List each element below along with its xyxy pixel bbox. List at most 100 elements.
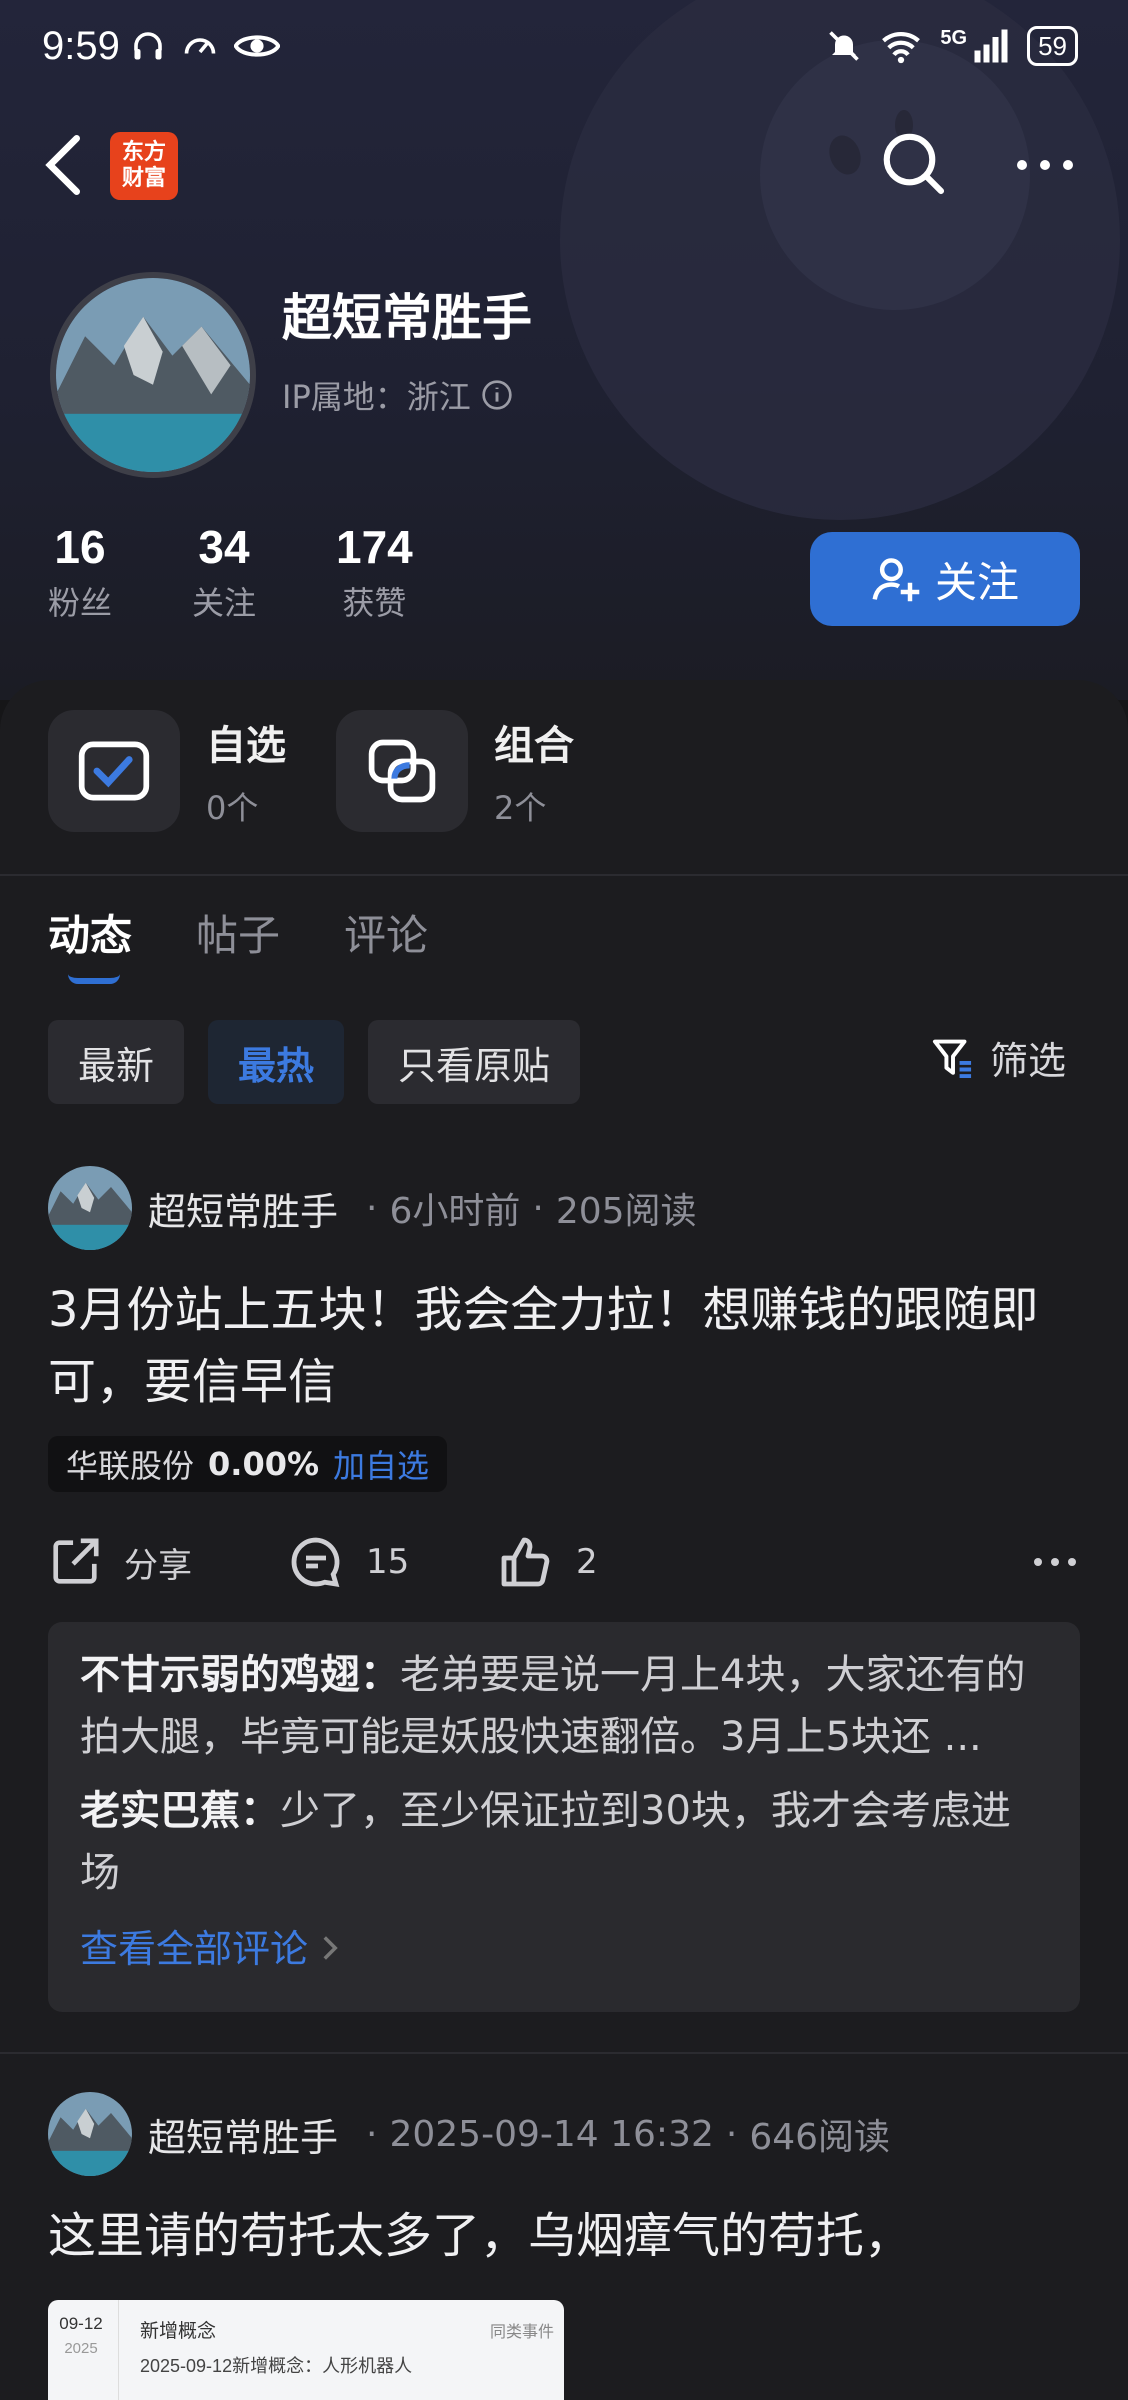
share-button[interactable]: 分享 [48, 1535, 288, 1589]
tab-activity-label: 动态 [48, 911, 133, 960]
stat-followers[interactable]: 16 粉丝 [48, 520, 112, 624]
post-image-preview[interactable]: 09-12 2025 新增概念 2025-09-12新增概念：人形机器人 同类事… [48, 2300, 564, 2400]
chip-hottest[interactable]: 最热 [208, 1020, 345, 1104]
signal-icon [974, 29, 1008, 63]
stat-likes[interactable]: 174 获赞 [336, 520, 413, 624]
stat-following-value: 34 [198, 521, 250, 573]
more-options-icon[interactable] [1010, 145, 1080, 185]
post-author[interactable]: 超短常胜手 [148, 1181, 338, 1236]
divider [0, 874, 1128, 876]
checkbox-icon [78, 741, 150, 801]
add-watchlist-link[interactable]: 加自选 [333, 1441, 429, 1487]
tab-active-indicator [68, 974, 120, 984]
separator-dot: · [532, 1187, 544, 1229]
status-time: 9:59 [42, 24, 120, 68]
quick-link-portfolio[interactable]: 组合 2个 [336, 710, 574, 832]
tab-posts[interactable]: 帖子 [196, 902, 280, 963]
info-icon[interactable] [481, 379, 513, 411]
tab-comments-label: 评论 [344, 911, 429, 960]
preview-date-year: 2025 [64, 2340, 98, 2357]
follow-label: 关注 [934, 557, 1019, 607]
see-all-comments-link[interactable]: 查看全部评论 [80, 1918, 1048, 1980]
separator-dot: · [366, 1187, 378, 1229]
comment-item: 不甘示弱的鸡翅：老弟要是说一月上4块，大家还有的拍大腿，毕竟可能是妖股快速翻倍。… [80, 1644, 1048, 1768]
post-text[interactable]: 3月份站上五块！我会全力拉！想赚钱的跟随即可，要信早信 [48, 1274, 1080, 1418]
portfolio-count: 2个 [494, 789, 547, 827]
search-icon[interactable] [878, 128, 948, 198]
mountain-lake-image [56, 278, 250, 472]
chevron-right-icon [323, 1936, 338, 1960]
share-label: 分享 [124, 1545, 192, 1586]
comment-button[interactable]: 15 [288, 1534, 498, 1590]
follow-button[interactable]: 关注 [810, 532, 1080, 626]
chip-original-only[interactable]: 只看原贴 [368, 1020, 581, 1104]
quick-link-watchlist[interactable]: 自选 0个 [48, 710, 286, 832]
add-user-icon [872, 558, 920, 602]
back-arrow-icon[interactable] [40, 130, 90, 200]
separator-dot: · [725, 2113, 738, 2155]
mute-bell-icon [829, 31, 860, 61]
status-bar: 9:59 5G 59 [0, 0, 1128, 100]
ip-location-text: IP属地：浙江 [282, 378, 471, 416]
post-header: 超短常胜手 · 6小时前 · 205阅读 [48, 1166, 1080, 1250]
portfolio-icon [368, 739, 436, 803]
comment-preview-box[interactable]: 不甘示弱的鸡翅：老弟要是说一月上4块，大家还有的拍大腿，毕竟可能是妖股快速翻倍。… [48, 1622, 1080, 2012]
post-reads: 646阅读 [749, 2117, 891, 2158]
stock-name: 华联股份 [66, 1447, 195, 1485]
comment-count: 15 [366, 1542, 410, 1582]
preview-tag: 同类事件 [489, 2324, 554, 2341]
post-reads: 205阅读 [555, 1191, 697, 1232]
eye-icon [234, 35, 280, 57]
stat-followers-value: 16 [54, 521, 106, 573]
mountain-lake-image [48, 1166, 132, 1250]
author-avatar[interactable] [48, 1166, 132, 1250]
post-author[interactable]: 超短常胜手 [148, 2107, 338, 2162]
filter-button[interactable]: 筛选 [930, 1030, 1066, 1085]
battery-indicator: 59 [1027, 26, 1078, 66]
filter-label: 筛选 [990, 1039, 1067, 1083]
watchlist-icon-box [48, 710, 180, 832]
status-icons-right: 5G 59 [826, 26, 1078, 66]
comment-item: 老实巴蕉：少了，至少保证拉到30块，我才会考虑进场 [80, 1780, 1048, 1904]
comment-author[interactable]: 老实巴蕉： [80, 1788, 280, 1834]
share-icon [53, 1538, 99, 1584]
more-options-icon[interactable] [1030, 1552, 1080, 1572]
mountain-lake-image [48, 2092, 132, 2176]
stock-tag[interactable]: 华联股份 0.00% 加自选 [48, 1436, 448, 1492]
profile-name: 超短常胜手 [282, 289, 532, 347]
separator-dot: · [366, 2113, 378, 2155]
preview-divider [118, 2300, 119, 2400]
chip-latest[interactable]: 最新 [48, 1020, 185, 1104]
tab-comments[interactable]: 评论 [344, 902, 428, 963]
ip-location: IP属地：浙江 [282, 372, 513, 418]
app-logo: 东方 财富 [110, 132, 178, 200]
network-label: 5G [940, 26, 968, 49]
post-card[interactable]: 超短常胜手 · 6小时前 · 205阅读 3月份站上五块！我会全力拉！想赚钱的跟… [48, 1166, 1080, 2012]
stock-change: 0.00% [208, 1445, 320, 1483]
stat-likes-value: 174 [336, 521, 413, 573]
comment-author[interactable]: 不甘示弱的鸡翅： [80, 1652, 400, 1698]
post-header: 超短常胜手 · 2025-09-14 16:32 · 646阅读 [48, 2092, 1080, 2176]
see-all-label: 查看全部评论 [80, 1927, 309, 1971]
post-time: 2025-09-14 16:32 [389, 2113, 714, 2155]
filter-icon [932, 1039, 972, 1078]
like-count: 2 [576, 1542, 598, 1582]
thumbs-up-icon [501, 1537, 550, 1587]
like-button[interactable]: 2 [498, 1534, 598, 1590]
portfolio-title: 组合 [494, 723, 574, 769]
comment-icon [291, 1537, 340, 1587]
portfolio-icon-box [336, 710, 468, 832]
profile-avatar[interactable] [50, 272, 256, 478]
stat-following[interactable]: 34 关注 [192, 520, 256, 624]
post-text[interactable]: 这里请的苟托太多了，乌烟瘴气的苟托， [48, 2200, 1080, 2272]
author-avatar[interactable] [48, 2092, 132, 2176]
preview-date: 09-12 2025 [48, 2314, 114, 2357]
tab-bar: 动态 帖子 评论 [48, 902, 428, 984]
watchlist-count: 0个 [206, 789, 259, 827]
preview-date-top: 09-12 [59, 2314, 103, 2333]
preview-title: 新增概念 [140, 2321, 217, 2342]
post-card[interactable]: 超短常胜手 · 2025-09-14 16:32 · 646阅读 这里请的苟托太… [48, 2092, 1080, 2272]
tab-posts-label: 帖子 [196, 911, 281, 960]
divider [0, 2052, 1128, 2054]
tab-activity[interactable]: 动态 [48, 902, 133, 984]
